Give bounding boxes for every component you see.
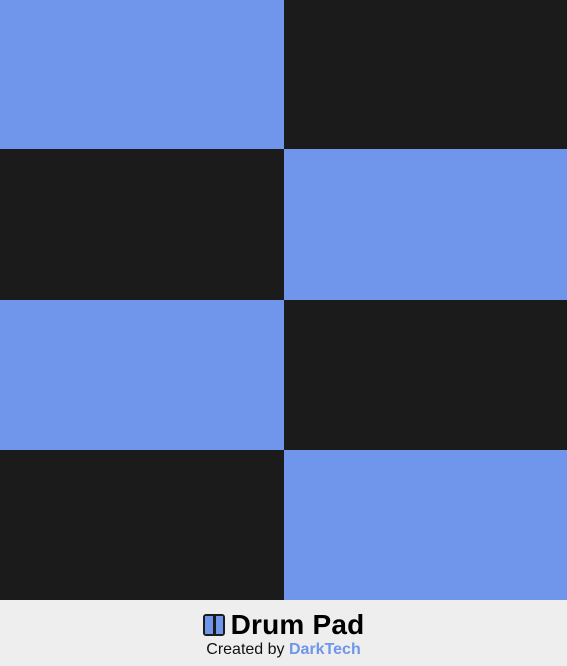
drum-pad[interactable]: [0, 300, 284, 450]
credit-line: Created by DarkTech: [0, 640, 567, 660]
drum-pad[interactable]: [284, 0, 567, 149]
drum-pad-icon: [202, 614, 225, 636]
app-title-row: Drum Pad: [0, 609, 567, 641]
drum-pad[interactable]: [284, 450, 567, 600]
author-link[interactable]: DarkTech: [289, 641, 361, 658]
app-title: Drum Pad: [230, 609, 365, 640]
credit-prefix: Created by: [206, 641, 289, 658]
drum-pad[interactable]: [284, 300, 567, 450]
drum-pad[interactable]: [284, 149, 567, 300]
drum-pad-grid: [0, 0, 567, 600]
footer: Drum Pad Created by DarkTech: [0, 600, 567, 666]
drum-pad[interactable]: [0, 450, 284, 600]
drum-pad[interactable]: [0, 0, 284, 149]
drum-pad[interactable]: [0, 149, 284, 300]
